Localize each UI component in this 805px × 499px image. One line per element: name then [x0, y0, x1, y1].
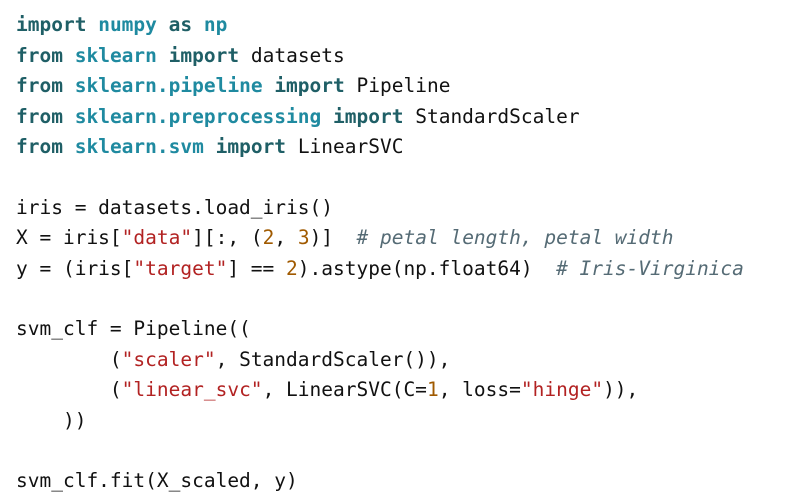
code-token: # petal length, petal width	[356, 226, 674, 249]
code-token: from	[16, 135, 63, 158]
code-token: 1	[426, 378, 439, 401]
code-line-5: from sklearn.svm import LinearSVC	[16, 132, 403, 162]
code-line-14: ))	[16, 406, 87, 436]
code-block: import numpy as np from sklearn import da…	[16, 8, 801, 496]
code-line-4: from sklearn.preprocessing import Standa…	[16, 102, 580, 132]
code-token: ))	[16, 408, 87, 432]
code-line-16: svm_clf.fit(X_scaled, y)	[16, 466, 298, 496]
code-token: "hinge"	[520, 378, 604, 401]
code-token: # Iris-Virginica	[556, 256, 744, 280]
code-token: sklearn.svm	[74, 135, 204, 158]
code-token: (	[16, 347, 122, 371]
code-token: , LinearSVC(C=	[262, 378, 427, 401]
code-token: from	[16, 104, 63, 128]
code-token: Pipeline	[356, 74, 451, 97]
code-token: ][:, (	[192, 226, 263, 249]
code-token: ,	[274, 226, 298, 249]
code-token: import	[16, 13, 87, 36]
code-line-9: y = (iris["target"] == 2).astype(np.floa…	[16, 254, 744, 284]
code-token: from	[16, 74, 63, 97]
code-line-2: from sklearn import datasets	[16, 41, 345, 71]
code-token: sklearn	[74, 43, 157, 67]
code-token: y = (iris[	[16, 256, 134, 280]
code-line-7: iris = datasets.load_iris()	[16, 193, 333, 223]
code-token: (	[16, 378, 122, 401]
code-line-13: ("linear_svc", LinearSVC(C=1, loss="hing…	[16, 375, 638, 405]
code-token: import	[168, 43, 240, 67]
code-token: , StandardScaler()),	[215, 347, 451, 371]
code-token: sklearn.preprocessing	[74, 104, 322, 128]
code-token: datasets	[250, 43, 345, 67]
code-token: import	[215, 135, 287, 158]
code-line-3: from sklearn.pipeline import Pipeline	[16, 71, 450, 101]
code-token: "scaler"	[121, 347, 216, 371]
code-token: svm_clf = Pipeline((	[16, 317, 251, 340]
code-token: svm_clf.fit(X_scaled, y)	[16, 469, 298, 492]
code-token: iris = datasets.load_iris()	[16, 195, 333, 219]
code-token: StandardScaler	[415, 104, 580, 128]
code-token: "data"	[121, 226, 193, 249]
code-token: "linear_svc"	[121, 378, 263, 401]
code-token: 3	[297, 226, 310, 249]
code-token: 2	[262, 226, 275, 249]
code-token: ).astype(np.float64)	[297, 256, 557, 280]
code-token: sklearn.pipeline	[74, 74, 263, 97]
code-token: LinearSVC	[297, 135, 404, 158]
code-token: "target"	[133, 256, 228, 280]
code-token: np	[203, 13, 228, 36]
code-line-12: ("scaler", StandardScaler()),	[16, 345, 451, 375]
code-token: , loss=	[438, 378, 521, 401]
code-line-8: X = iris["data"][:, (2, 3)] # petal leng…	[16, 223, 674, 253]
code-token: numpy	[98, 13, 157, 36]
code-token: X = iris[	[16, 226, 122, 249]
code-token: import	[274, 74, 345, 97]
code-line-11: svm_clf = Pipeline((	[16, 314, 251, 344]
code-token: from	[16, 43, 63, 67]
code-line-1: import numpy as np	[16, 10, 227, 40]
code-token: import	[333, 104, 404, 128]
code-token: ] ==	[227, 256, 287, 280]
code-token: )),	[603, 378, 639, 401]
code-token: )]	[309, 226, 357, 249]
code-token: 2	[286, 256, 298, 280]
code-token: as	[168, 13, 193, 36]
